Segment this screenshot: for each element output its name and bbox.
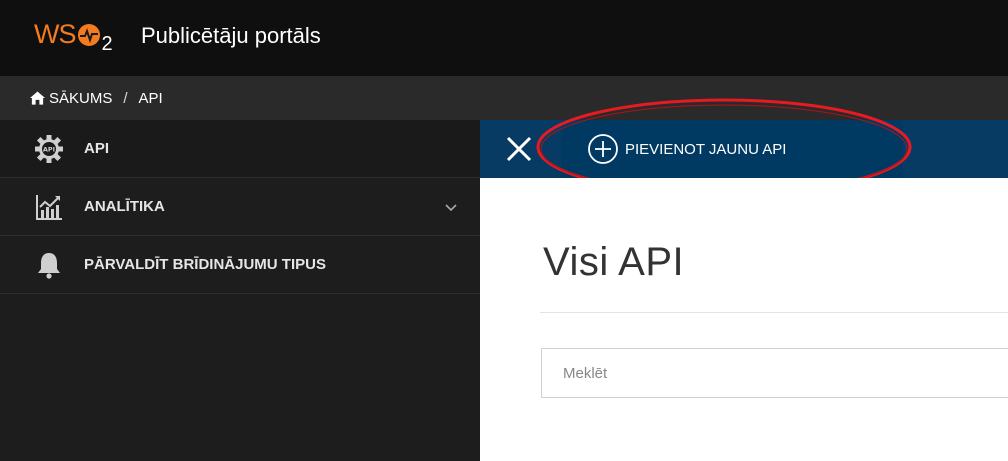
sidebar: API API ANALĪTIKA PĀRVALDĪT BRĪDINĀJUMU … (0, 120, 480, 461)
sidebar-item-analytics[interactable]: ANALĪTIKA (0, 178, 480, 236)
analytics-chart-icon (34, 193, 64, 221)
logo-heartbeat-icon (77, 24, 100, 46)
logo-text: WS (34, 19, 76, 49)
breadcrumb-current: API (138, 89, 163, 107)
home-icon (30, 91, 45, 105)
portal-title: Publicētāju portāls (141, 23, 321, 48)
logo-subscript: 2 (101, 33, 113, 55)
main-content: Visi API (480, 178, 1008, 461)
breadcrumb: SĀKUMS / API (0, 76, 1008, 120)
page-title: Visi API (543, 240, 685, 284)
add-new-api-button[interactable]: PIEVIENOT JAUNU API (561, 120, 903, 178)
sidebar-item-label: ANALĪTIKA (84, 198, 165, 215)
sidebar-item-label: PĀRVALDĪT BRĪDINĀJUMU TIPUS (84, 256, 326, 273)
top-bar: WS 2 Publicētāju portāls (0, 0, 1008, 76)
breadcrumb-separator: / (123, 89, 128, 107)
sidebar-item-alert-types[interactable]: PĀRVALDĪT BRĪDINĀJUMU TIPUS (0, 236, 480, 294)
plus-circle-icon (588, 134, 618, 164)
bell-icon (34, 251, 64, 279)
chevron-down-icon[interactable] (444, 202, 458, 212)
svg-text:API: API (43, 145, 55, 153)
sidebar-item-label: API (84, 140, 110, 157)
add-new-api-label: PIEVIENOT JAUNU API (625, 140, 787, 158)
divider (540, 312, 1008, 313)
breadcrumb-home-link[interactable]: SĀKUMS (49, 90, 112, 107)
close-icon[interactable] (503, 133, 535, 165)
wso2-logo[interactable]: WS 2 (34, 18, 113, 54)
sidebar-item-api[interactable]: API API (0, 120, 480, 178)
search-input[interactable] (541, 348, 1008, 398)
api-gear-icon: API (34, 134, 64, 163)
